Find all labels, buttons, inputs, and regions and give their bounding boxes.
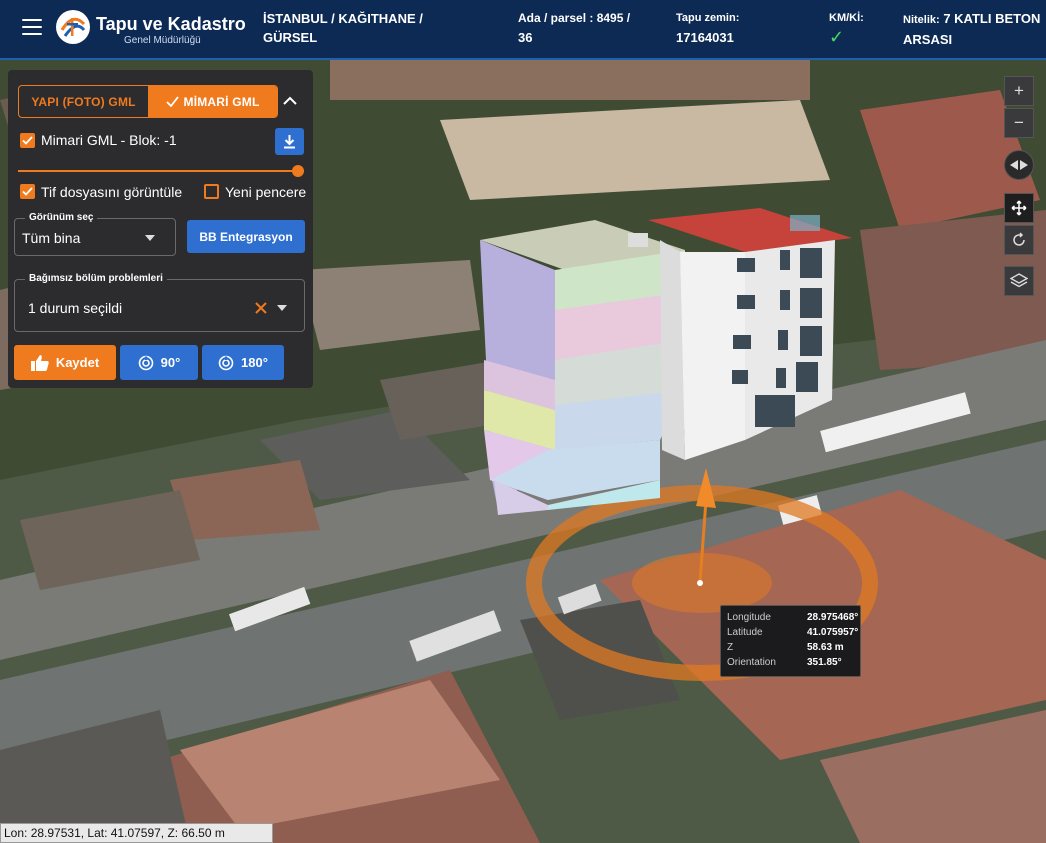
tif-label: Tif dosyasını görüntüle [41,184,183,200]
opacity-slider[interactable] [18,165,304,177]
gml-control-panel: YAPI (FOTO) GML MİMARİ GML Mimari GML - … [8,70,313,388]
check-icon: ✓ [829,27,845,47]
position-info-popup: Longitude 28.975468° Latitude 41.075957° Z… [720,605,861,677]
clear-icon[interactable] [255,302,267,314]
orientation-value: 351.85° [807,657,842,668]
download-icon [284,135,295,149]
logo-subtitle: Genel Müdürlüğü [124,35,201,46]
logo-title: Tapu ve Kadastro [96,14,246,34]
gml-type-toggle: YAPI (FOTO) GML MİMARİ GML [18,85,278,118]
opacity-track [18,170,304,172]
collapse-chevron-icon[interactable] [281,92,299,110]
tab-yapi-foto-gml[interactable]: YAPI (FOTO) GML [19,86,148,117]
cursor-coordinates: Lon: 28.97531, Lat: 41.07597, Z: 66.50 m [0,823,273,843]
mimari-gml-label: Mimari GML - Blok: -1 [41,132,177,148]
layers-button[interactable] [1004,266,1034,296]
rotate-180-button[interactable]: 180° [202,345,284,380]
view-select[interactable]: Görünüm seç Tüm bina [14,212,176,256]
download-button[interactable] [275,128,304,155]
app-root: Tapu ve Kadastro Genel Müdürlüğü İSTANBU… [0,0,1046,843]
problems-select[interactable]: Bağımsız bölüm problemleri 1 durum seçil… [14,273,305,332]
layers-icon [1010,273,1028,288]
view-select-value: Tüm bina [22,230,81,246]
dropdown-arrow-icon [277,305,287,311]
top-header: Tapu ve Kadastro Genel Müdürlüğü İSTANBU… [0,0,1046,60]
move-icon [1011,200,1027,216]
problems-select-legend: Bağımsız bölüm problemleri [25,273,167,284]
zoom-out-button[interactable]: − [1004,108,1034,138]
tif-checkbox[interactable] [20,184,35,199]
menu-icon[interactable] [22,19,42,35]
tapu-zemin-field: Tapu zemin: 17164031 [676,12,740,45]
nitelik-field: Nitelik: 7 KATLI BETON ARSASI [903,11,1041,47]
ada-parsel-field: Ada / parsel : 8495 / 36 [518,11,631,45]
compass-icon [1010,160,1028,170]
zoom-in-button[interactable]: + [1004,76,1034,106]
rotate-90-button[interactable]: 90° [120,345,198,380]
check-icon [165,96,179,107]
tab-mimari-gml[interactable]: MİMARİ GML [148,86,277,117]
new-window-checkbox[interactable] [204,184,219,199]
opacity-thumb[interactable] [292,165,304,177]
save-button[interactable]: Kaydet [14,345,116,380]
mimari-gml-checkbox[interactable] [20,133,35,148]
compass-button[interactable] [1004,150,1034,180]
new-window-label: Yeni pencere [225,184,307,200]
rotate-icon [218,355,234,370]
tkgm-logo-icon [56,10,90,44]
location-field: İSTANBUL / KAĞITHANE / GÜRSEL [263,11,423,45]
rotate-view-button[interactable] [1004,225,1034,255]
dropdown-arrow-icon [145,235,155,241]
latitude-value: 41.075957° [807,627,859,638]
pan-button[interactable] [1004,193,1034,223]
longitude-value: 28.975468° [807,612,859,623]
rotate-view-icon [1013,232,1025,246]
z-value: 58.63 m [807,642,844,653]
problems-select-value: 1 durum seçildi [28,300,123,316]
logo: Tapu ve Kadastro Genel Müdürlüğü [56,8,246,50]
thumbs-up-icon [30,354,49,371]
bb-entegrasyon-button[interactable]: BB Entegrasyon [187,220,305,253]
kmki-field: KM/Kİ: ✓ [829,12,864,47]
rotate-icon [138,355,153,370]
view-select-legend: Görünüm seç [25,212,98,223]
